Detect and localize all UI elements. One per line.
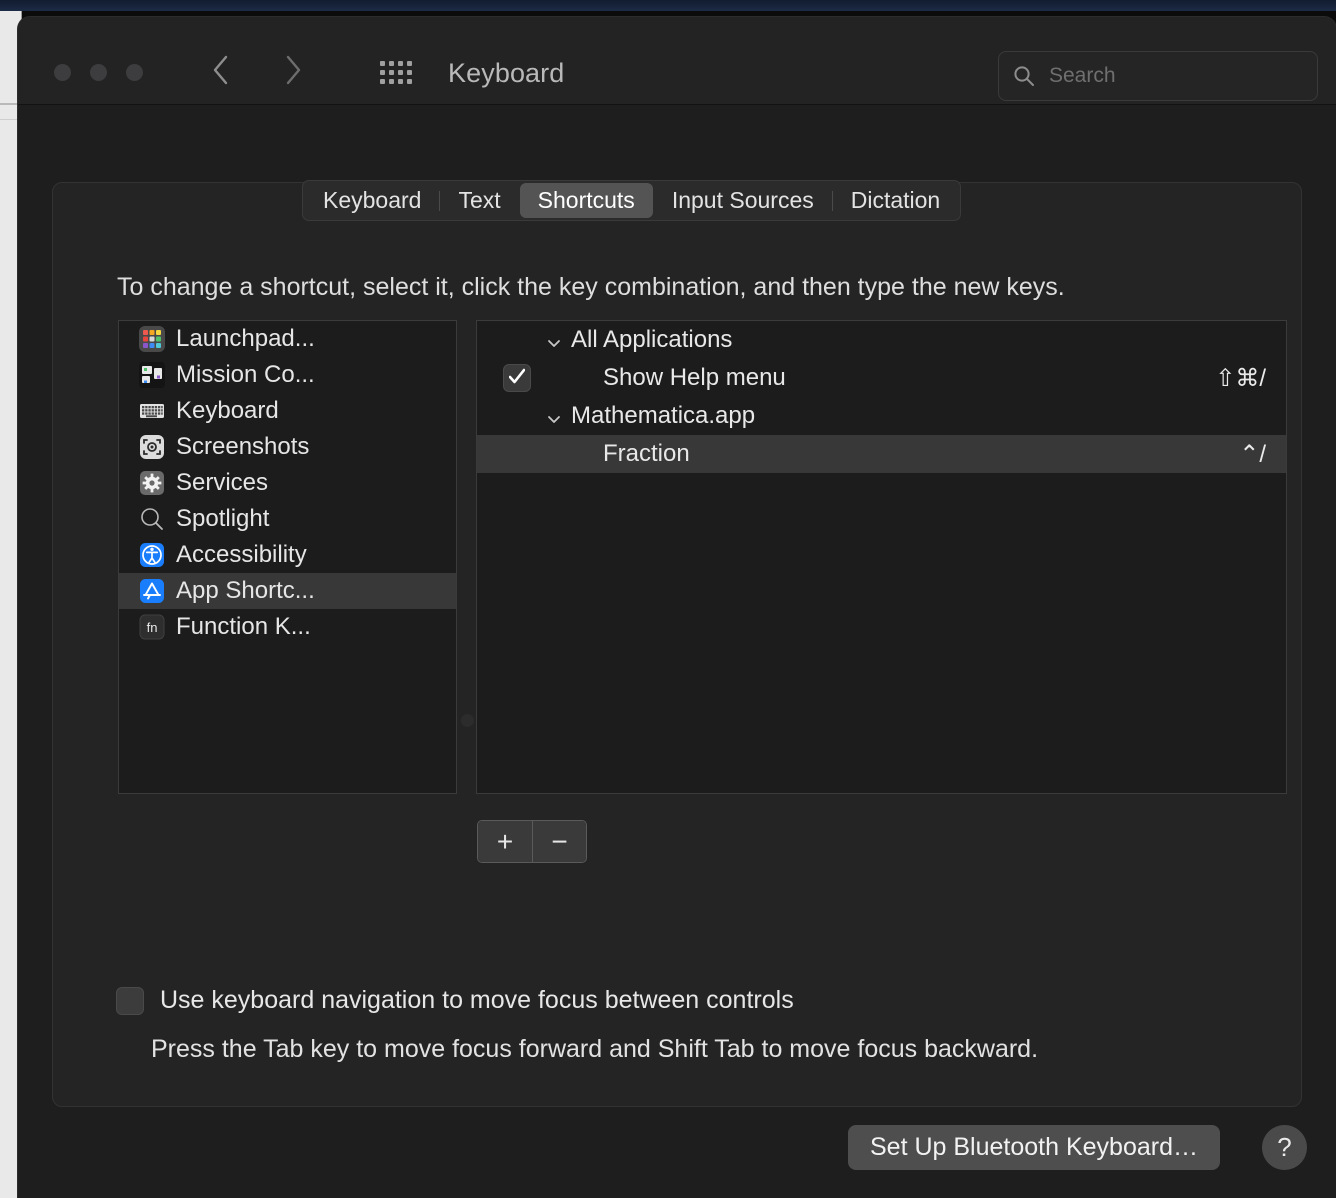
chevron-down-icon[interactable] [545, 331, 563, 349]
background-window-top-strip [0, 0, 1336, 11]
category-row-accessibility[interactable]: Accessibility [119, 537, 456, 573]
tree-row-show-help-menu[interactable]: Show Help menu ⇧⌘/ [477, 359, 1286, 397]
minimize-button[interactable] [90, 64, 107, 81]
instructions-text: To change a shortcut, select it, click t… [117, 273, 1065, 301]
category-label: Mission Co... [176, 361, 315, 388]
tab-keyboard[interactable]: Keyboard [305, 183, 439, 218]
keyboard-navigation-checkbox[interactable] [116, 986, 144, 1015]
zoom-button[interactable] [126, 64, 143, 81]
window-toolbar: Keyboard [18, 17, 1336, 105]
category-label: Spotlight [176, 505, 270, 532]
category-label: Function K... [176, 613, 311, 640]
add-remove-segmented-control: + − [477, 820, 587, 863]
back-chevron-icon[interactable] [210, 53, 232, 87]
remove-shortcut-button[interactable]: − [532, 821, 586, 862]
tree-row-label: All Applications [571, 326, 733, 353]
category-label: Keyboard [176, 397, 279, 424]
keyboard-icon [139, 398, 165, 424]
keyboard-navigation-help-text: Press the Tab key to move focus forward … [151, 1035, 1039, 1063]
shortcut-key-combination[interactable]: ⇧⌘/ [1215, 364, 1266, 393]
shortcut-enabled-checkbox[interactable] [503, 364, 531, 392]
tree-row-mathematica-app[interactable]: Mathematica.app [477, 397, 1286, 435]
tree-row-fraction[interactable]: Fraction ⌃/ [477, 435, 1286, 473]
keyboard-navigation-label: Use keyboard navigation to move focus be… [160, 986, 794, 1014]
search-field[interactable] [998, 51, 1318, 101]
page-title: Keyboard [448, 58, 565, 88]
svg-text:fn: fn [147, 620, 158, 635]
category-row-app-shortcuts[interactable]: App Shortc... [119, 573, 456, 609]
category-label: Screenshots [176, 433, 310, 460]
tab-input-sources[interactable]: Input Sources [654, 183, 832, 218]
keyboard-navigation-row[interactable]: Use keyboard navigation to move focus be… [116, 986, 794, 1015]
add-shortcut-button[interactable]: + [478, 821, 532, 862]
category-row-function-keys[interactable]: fn Function K... [119, 609, 456, 645]
category-label: App Shortc... [176, 577, 315, 604]
tree-row-label: Fraction [603, 440, 690, 467]
shortcut-category-list[interactable]: Launchpad... Mission Co... Keyboard Scre… [118, 320, 457, 794]
show-all-grid-icon[interactable] [380, 61, 420, 87]
category-row-screenshots[interactable]: Screenshots [119, 429, 456, 465]
category-label: Services [176, 469, 269, 496]
traffic-lights [54, 64, 143, 81]
tree-row-label: Mathematica.app [571, 402, 756, 429]
spotlight-icon [139, 506, 165, 532]
app-shortcuts-icon [139, 578, 165, 604]
category-row-keyboard[interactable]: Keyboard [119, 393, 456, 429]
tree-row-all-applications[interactable]: All Applications [477, 321, 1286, 359]
help-button[interactable]: ? [1262, 1125, 1307, 1170]
category-label: Launchpad... [176, 325, 315, 352]
tab-dictation[interactable]: Dictation [833, 183, 958, 218]
search-icon [1014, 66, 1034, 86]
category-label: Accessibility [176, 541, 307, 568]
launchpad-icon [139, 326, 165, 352]
mission-control-icon [139, 362, 165, 388]
accessibility-icon [139, 542, 165, 568]
system-preferences-window: Keyboard To change a shortcut, select it… [18, 17, 1336, 1198]
set-up-bluetooth-keyboard-button[interactable]: Set Up Bluetooth Keyboard… [848, 1125, 1220, 1170]
search-input[interactable] [1047, 63, 1303, 89]
preferences-content-card: To change a shortcut, select it, click t… [52, 182, 1302, 1107]
tab-text[interactable]: Text [440, 183, 518, 218]
function-keys-icon: fn [139, 614, 165, 640]
pane-splitter-handle[interactable] [461, 714, 474, 727]
category-row-services[interactable]: Services [119, 465, 456, 501]
forward-chevron-icon[interactable] [282, 53, 304, 87]
category-row-launchpad[interactable]: Launchpad... [119, 321, 456, 357]
category-row-spotlight[interactable]: Spotlight [119, 501, 456, 537]
tab-shortcuts[interactable]: Shortcuts [519, 183, 653, 218]
chevron-down-icon[interactable] [545, 407, 563, 425]
close-button[interactable] [54, 64, 71, 81]
screenshots-icon [139, 434, 165, 460]
category-row-mission-control[interactable]: Mission Co... [119, 357, 456, 393]
checkmark-icon [509, 368, 525, 384]
navigation-arrows [210, 53, 304, 87]
shortcut-tree-list[interactable]: All Applications Show Help menu ⇧⌘/ Math [476, 320, 1287, 794]
shortcut-key-combination[interactable]: ⌃/ [1239, 440, 1266, 469]
services-gear-icon [139, 470, 165, 496]
preferences-tab-bar: Keyboard Text Shortcuts Input Sources Di… [302, 180, 962, 221]
